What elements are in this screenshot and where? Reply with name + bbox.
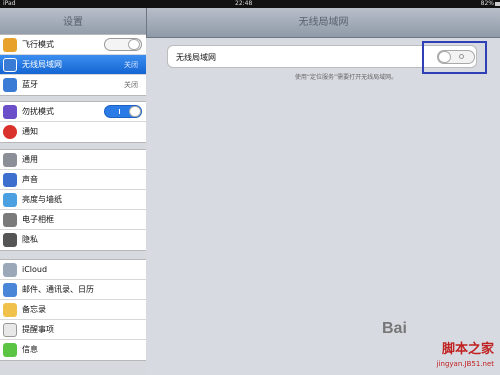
sidebar-item-airplane-mode[interactable]: 飞行模式 <box>0 35 146 55</box>
sidebar-item-label: 亮度与墙纸 <box>22 195 62 204</box>
gear-icon <box>3 153 17 167</box>
sidebar-item-privacy[interactable]: 隐私 <box>0 230 146 250</box>
wifi-icon <box>3 58 17 72</box>
battery-icon <box>495 2 500 6</box>
sidebar-item-mail[interactable]: 邮件、通讯录、日历 <box>0 280 146 300</box>
bluetooth-icon <box>3 78 17 92</box>
mail-icon <box>3 283 17 297</box>
sidebar-group-apps: iCloud 邮件、通讯录、日历 备忘录 提醒事项 信息 <box>0 259 146 361</box>
device-name: iPad <box>3 0 16 7</box>
notification-icon <box>3 125 17 139</box>
wifi-toggle-label: 无线局域网 <box>176 53 216 62</box>
airplane-icon <box>3 38 17 52</box>
switch-off-indicator <box>459 54 464 59</box>
sidebar-item-label: 飞行模式 <box>22 40 54 49</box>
sidebar-item-label: 通知 <box>22 127 38 136</box>
brightness-icon <box>3 193 17 207</box>
cloud-icon <box>3 263 17 277</box>
sidebar-item-reminders[interactable]: 提醒事项 <box>0 320 146 340</box>
watermark: Bai 脚本之家 jingyan.JB51.net <box>382 310 500 375</box>
sidebar-item-sounds[interactable]: 声音 <box>0 170 146 190</box>
watermark-baidu: Bai <box>382 320 407 337</box>
sidebar-group-notifications: 勿扰模式 通知 <box>0 101 146 143</box>
sidebar-item-label: iCloud <box>22 265 48 274</box>
watermark-url: jingyan.JB51.net <box>436 360 494 368</box>
detail-title: 无线局域网 <box>146 8 500 38</box>
sidebar-item-label: 勿扰模式 <box>22 107 54 116</box>
sidebar-item-messages[interactable]: 信息 <box>0 340 146 360</box>
switch-knob <box>438 51 451 63</box>
sidebar-item-notifications[interactable]: 通知 <box>0 122 146 142</box>
watermark-site: 脚本之家 <box>441 342 494 357</box>
sidebar-item-label: 提醒事项 <box>22 325 54 334</box>
sidebar-item-label: 隐私 <box>22 235 38 244</box>
notes-icon <box>3 303 17 317</box>
airplane-mode-switch[interactable] <box>104 38 142 51</box>
sidebar-item-brightness[interactable]: 亮度与墙纸 <box>0 190 146 210</box>
sidebar-item-label: 备忘录 <box>22 305 46 314</box>
sidebar-item-wifi[interactable]: 无线局域网 关闭 <box>0 55 146 75</box>
wifi-switch[interactable] <box>437 50 475 64</box>
location-services-hint: 使用“定位服务”需要打开无线局域网。 <box>294 74 398 81</box>
moon-icon <box>3 105 17 119</box>
sidebar-item-label: 电子相框 <box>22 215 54 224</box>
sidebar-group-general: 通用 声音 亮度与墙纸 电子相框 隐私 <box>0 149 146 251</box>
sidebar-item-label: 声音 <box>22 175 38 184</box>
clock: 22:48 <box>235 0 253 7</box>
sidebar-item-icloud[interactable]: iCloud <box>0 260 146 280</box>
wifi-status: 关闭 <box>124 61 138 69</box>
reminders-icon <box>3 323 17 337</box>
speaker-icon <box>3 173 17 187</box>
sidebar-item-label: 无线局域网 <box>22 60 62 69</box>
sidebar-item-label: 蓝牙 <box>22 80 38 89</box>
sidebar-item-label: 通用 <box>22 155 38 164</box>
hand-icon <box>3 233 17 247</box>
photo-frame-icon <box>3 213 17 227</box>
sidebar-group-connectivity: 飞行模式 无线局域网 关闭 蓝牙 关闭 <box>0 34 146 96</box>
messages-icon <box>3 343 17 357</box>
sidebar-item-notes[interactable]: 备忘录 <box>0 300 146 320</box>
settings-sidebar: 设置 飞行模式 无线局域网 关闭 蓝牙 关闭 勿扰模式 通知 通用 声音 亮度与… <box>0 8 146 375</box>
sidebar-item-label: 邮件、通讯录、日历 <box>22 285 94 294</box>
battery-percent: 82% <box>480 0 494 7</box>
sidebar-item-general[interactable]: 通用 <box>0 150 146 170</box>
bluetooth-status: 关闭 <box>124 81 138 89</box>
status-bar: iPad 22:48 82% <box>0 0 500 8</box>
sidebar-item-bluetooth[interactable]: 蓝牙 关闭 <box>0 75 146 95</box>
do-not-disturb-switch[interactable] <box>104 105 142 118</box>
sidebar-item-label: 信息 <box>22 345 38 354</box>
sidebar-item-picture-frame[interactable]: 电子相框 <box>0 210 146 230</box>
sidebar-item-do-not-disturb[interactable]: 勿扰模式 <box>0 102 146 122</box>
